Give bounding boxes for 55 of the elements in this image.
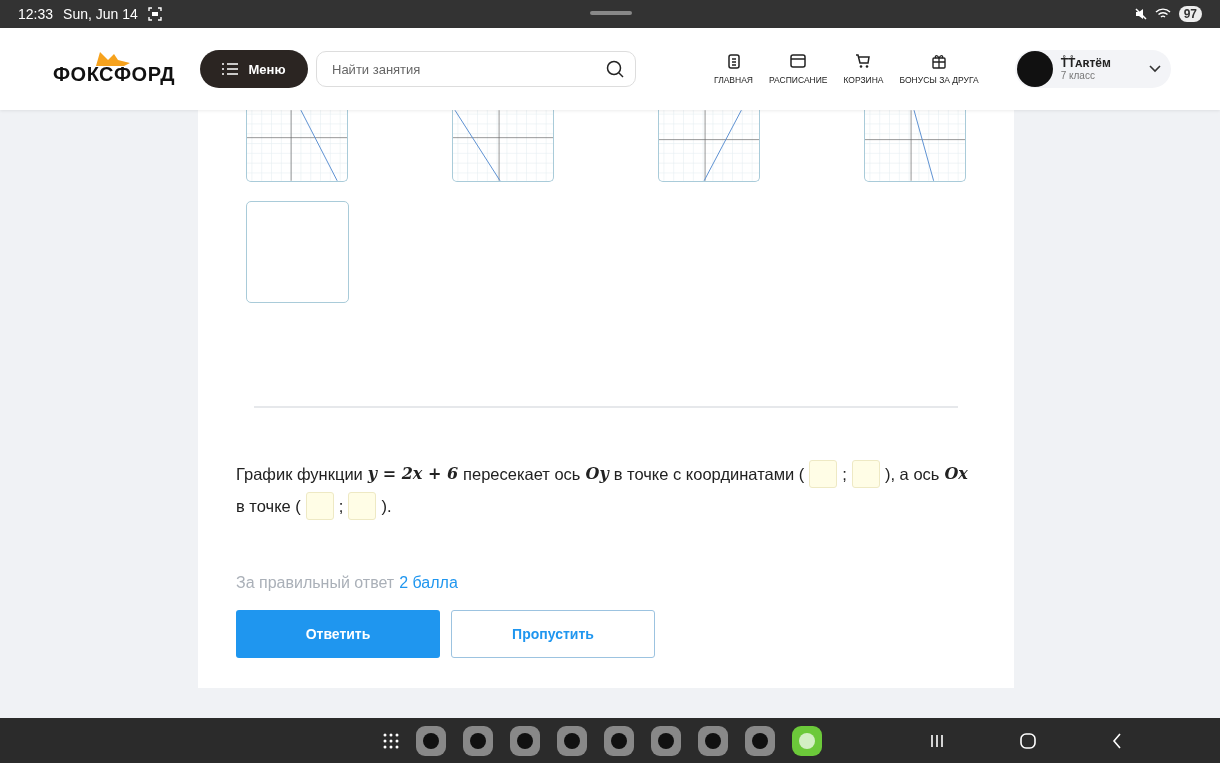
logo[interactable]: ФОКСФОРД <box>53 63 175 86</box>
app-icon[interactable] <box>698 725 728 756</box>
question-text: График функции <box>236 464 363 485</box>
math-expression: y = 2x + 6 <box>367 463 458 485</box>
app-icon[interactable] <box>416 725 446 756</box>
graph-thumbnail[interactable] <box>658 110 760 182</box>
question-text: пересекает ось <box>463 464 581 485</box>
menu-icon <box>222 63 239 75</box>
app-icon[interactable] <box>745 725 775 756</box>
avatar <box>1016 51 1053 87</box>
nav-link[interactable]: ГЛАВНАЯ <box>714 53 753 85</box>
clock-time: 12:33 <box>18 6 54 22</box>
score-value: 2 балла <box>399 574 458 592</box>
drag-handle[interactable] <box>590 11 632 15</box>
gift-icon <box>931 53 948 69</box>
question-text: ; <box>338 496 344 517</box>
app-icon[interactable] <box>651 725 681 756</box>
nav-link[interactable]: КОРЗИНА <box>843 53 884 85</box>
profile-button[interactable]: T̊T̊ᴀʀᴛёᴍ 7 класс <box>1014 50 1171 88</box>
user-grade: 7 класс <box>1060 70 1096 82</box>
question-text: ). <box>381 496 392 517</box>
graph-thumbnail[interactable] <box>864 110 966 182</box>
wifi-icon <box>1154 8 1171 20</box>
nav-link[interactable]: БОНУСЫ ЗА ДРУГА <box>899 53 979 85</box>
app-icon[interactable] <box>463 725 493 756</box>
document-icon <box>726 53 741 69</box>
score-label: За правильный ответ <box>236 574 395 592</box>
cart-icon <box>855 53 872 69</box>
question-text: в точке с координатами ( <box>613 464 805 485</box>
home-icon[interactable] <box>1020 732 1036 749</box>
app-icon[interactable] <box>792 725 822 756</box>
graph-thumbnail[interactable] <box>246 110 348 182</box>
search-field[interactable]: Найти занятия <box>316 51 636 87</box>
recent-apps-icon[interactable] <box>930 733 944 748</box>
math-expression: Oy <box>585 463 609 485</box>
date-text: Sun, Jun 14 <box>63 6 138 22</box>
back-icon[interactable] <box>1112 732 1122 749</box>
user-name: T̊T̊ᴀʀᴛёᴍ <box>1060 56 1112 71</box>
app-grid-icon[interactable] <box>383 732 399 749</box>
screenshot-icon <box>147 7 162 21</box>
menu-button[interactable]: Меню <box>200 50 308 88</box>
question-text: ), а ось <box>884 464 940 485</box>
search-icon <box>606 60 624 78</box>
battery-level: 97 <box>1178 6 1202 22</box>
mute-icon <box>1134 8 1147 20</box>
graph-thumbnail[interactable] <box>452 110 554 182</box>
calendar-icon <box>790 53 807 69</box>
question-text: ; <box>842 464 847 485</box>
question-text: в точке ( <box>236 496 301 517</box>
chevron-down-icon <box>1148 65 1161 73</box>
math-expression: Ox <box>944 463 968 485</box>
app-icon[interactable] <box>557 725 587 756</box>
nav-link[interactable]: РАСПИСАНИЕ <box>769 53 828 85</box>
app-icon[interactable] <box>510 725 540 756</box>
app-icon[interactable] <box>604 725 634 756</box>
